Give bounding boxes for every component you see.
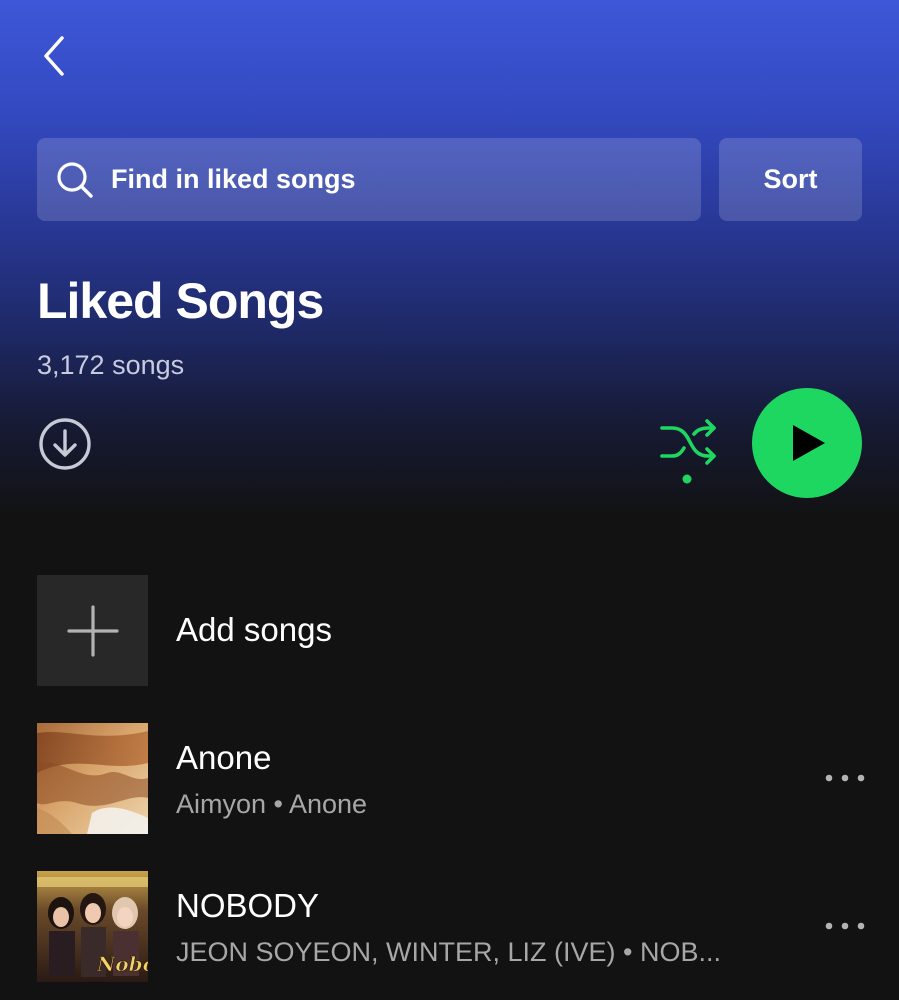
- search-input[interactable]: [111, 164, 671, 195]
- download-circle-icon: [39, 418, 91, 470]
- album-cover-anone: [37, 723, 148, 834]
- sort-button[interactable]: Sort: [719, 138, 862, 221]
- add-songs-tile: [37, 575, 148, 686]
- download-button[interactable]: [37, 416, 93, 472]
- chevron-left-icon: [44, 36, 64, 76]
- shuffle-button[interactable]: [656, 418, 720, 490]
- svg-text:Nobody: Nobody: [96, 952, 148, 976]
- page-title: Liked Songs: [37, 273, 324, 329]
- add-songs-label: Add songs: [176, 611, 332, 648]
- more-icon: [825, 922, 865, 930]
- shuffle-icon: [660, 419, 716, 484]
- album-cover-nobody: Nobody: [37, 871, 148, 982]
- plus-icon: [66, 604, 119, 657]
- more-options-button[interactable]: [823, 909, 867, 943]
- search-bar[interactable]: [37, 138, 701, 221]
- add-songs-row[interactable]: Add songs: [37, 575, 867, 686]
- track-title: Anone: [176, 739, 272, 776]
- track-title: NOBODY: [176, 887, 320, 924]
- song-count: 3,172 songs: [37, 350, 185, 380]
- more-icon: [825, 774, 865, 782]
- track-row[interactable]: Nobody NOBODY JEON SOYEON, WINTER, LIZ (…: [37, 871, 867, 982]
- play-icon: [793, 425, 825, 461]
- track-artist-album: JEON SOYEON, WINTER, LIZ (IVE) • NOB...: [176, 937, 722, 967]
- track-row[interactable]: Anone Aimyon • Anone: [37, 723, 867, 834]
- more-options-button[interactable]: [823, 761, 867, 795]
- track-artist-album: Aimyon • Anone: [176, 789, 368, 819]
- search-icon: [55, 160, 95, 200]
- play-button[interactable]: [752, 388, 862, 498]
- back-button[interactable]: [30, 32, 78, 80]
